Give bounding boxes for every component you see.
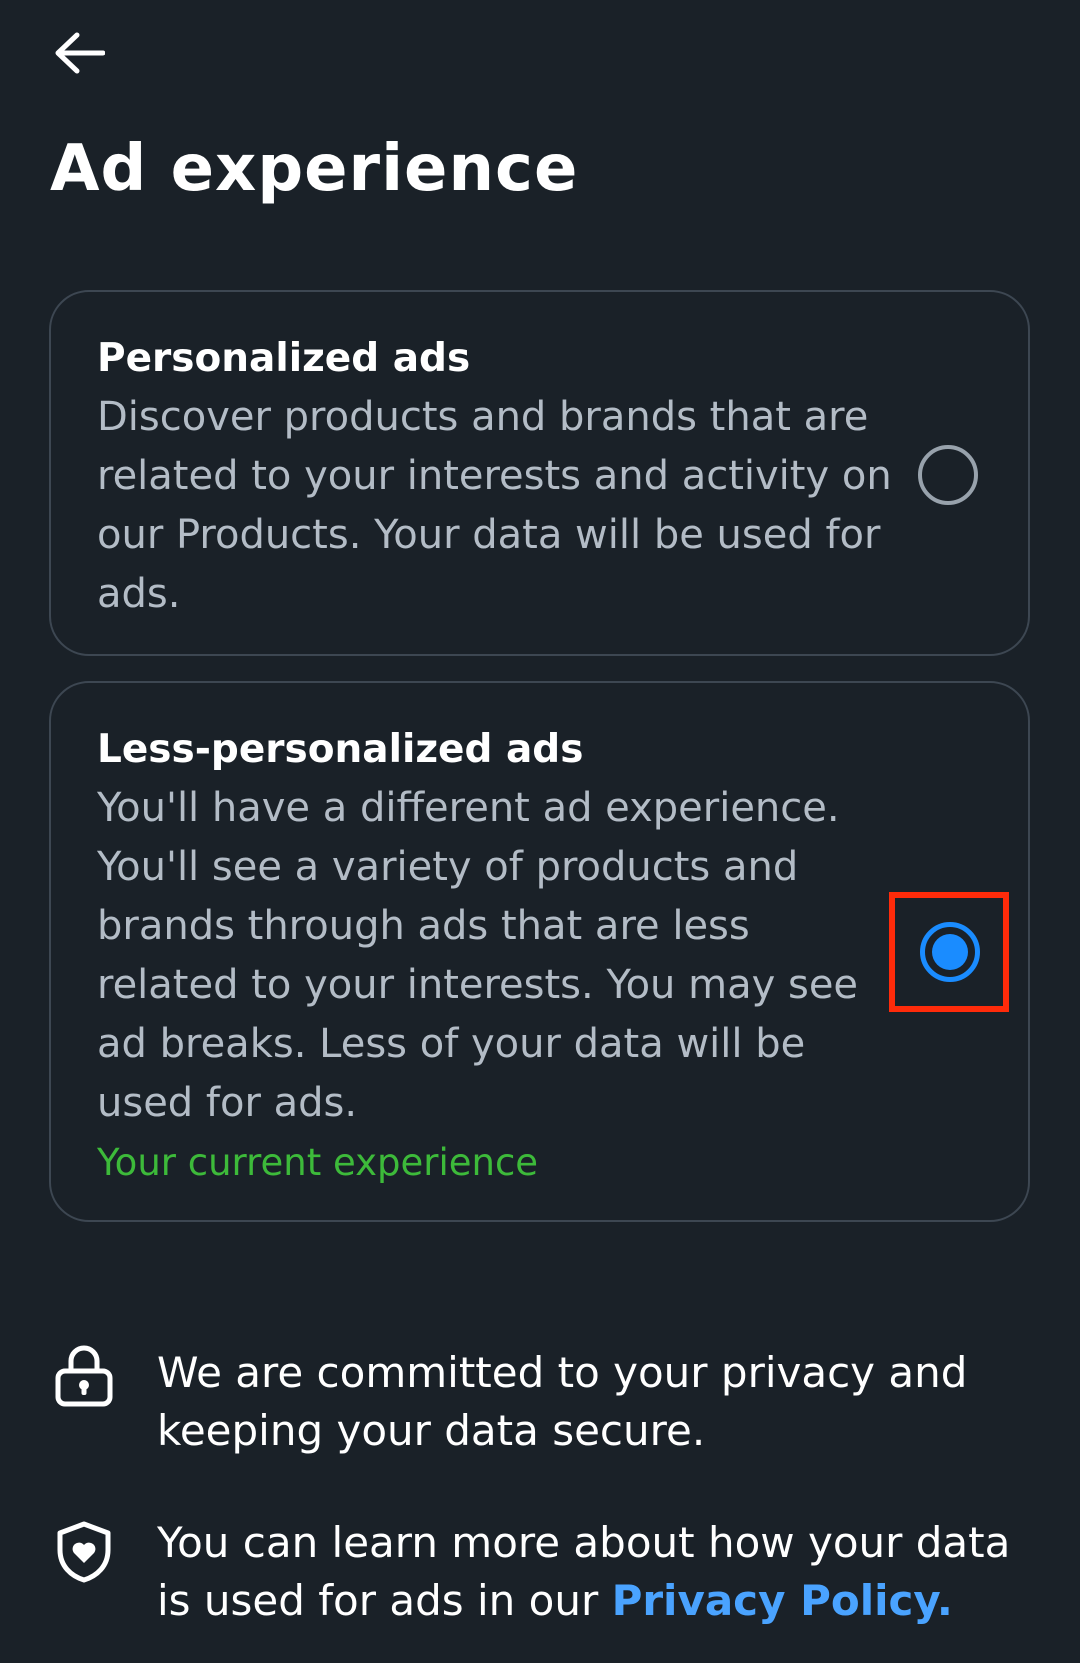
option-title: Personalized ads [97, 336, 471, 381]
option-less-personalized-ads[interactable]: Less-personalized ads You'll have a diff… [49, 681, 1030, 1222]
highlight-box [889, 892, 1009, 1012]
option-description: Discover products and brands that are re… [97, 394, 892, 617]
page-title: Ad experience [50, 132, 579, 206]
privacy-policy-text: You can learn more about how your data i… [157, 1514, 1037, 1630]
current-experience-label: Your current experience [97, 1141, 539, 1184]
privacy-policy-link[interactable]: Privacy Policy. [612, 1576, 953, 1625]
option-description: You'll have a different ad experience. Y… [97, 785, 859, 1126]
privacy-commitment-text: We are committed to your privacy and kee… [157, 1348, 968, 1455]
option-title: Less-personalized ads [97, 727, 584, 772]
personalized-ads-radio[interactable] [918, 445, 978, 505]
arrow-left-icon [55, 32, 105, 74]
back-button[interactable] [44, 22, 114, 84]
option-personalized-ads[interactable]: Personalized ads Discover products and b… [49, 290, 1030, 656]
radio-selected-dot [932, 934, 968, 970]
lock-icon [55, 1345, 113, 1407]
shield-heart-icon [57, 1521, 111, 1583]
less-personalized-ads-radio[interactable] [920, 922, 980, 982]
